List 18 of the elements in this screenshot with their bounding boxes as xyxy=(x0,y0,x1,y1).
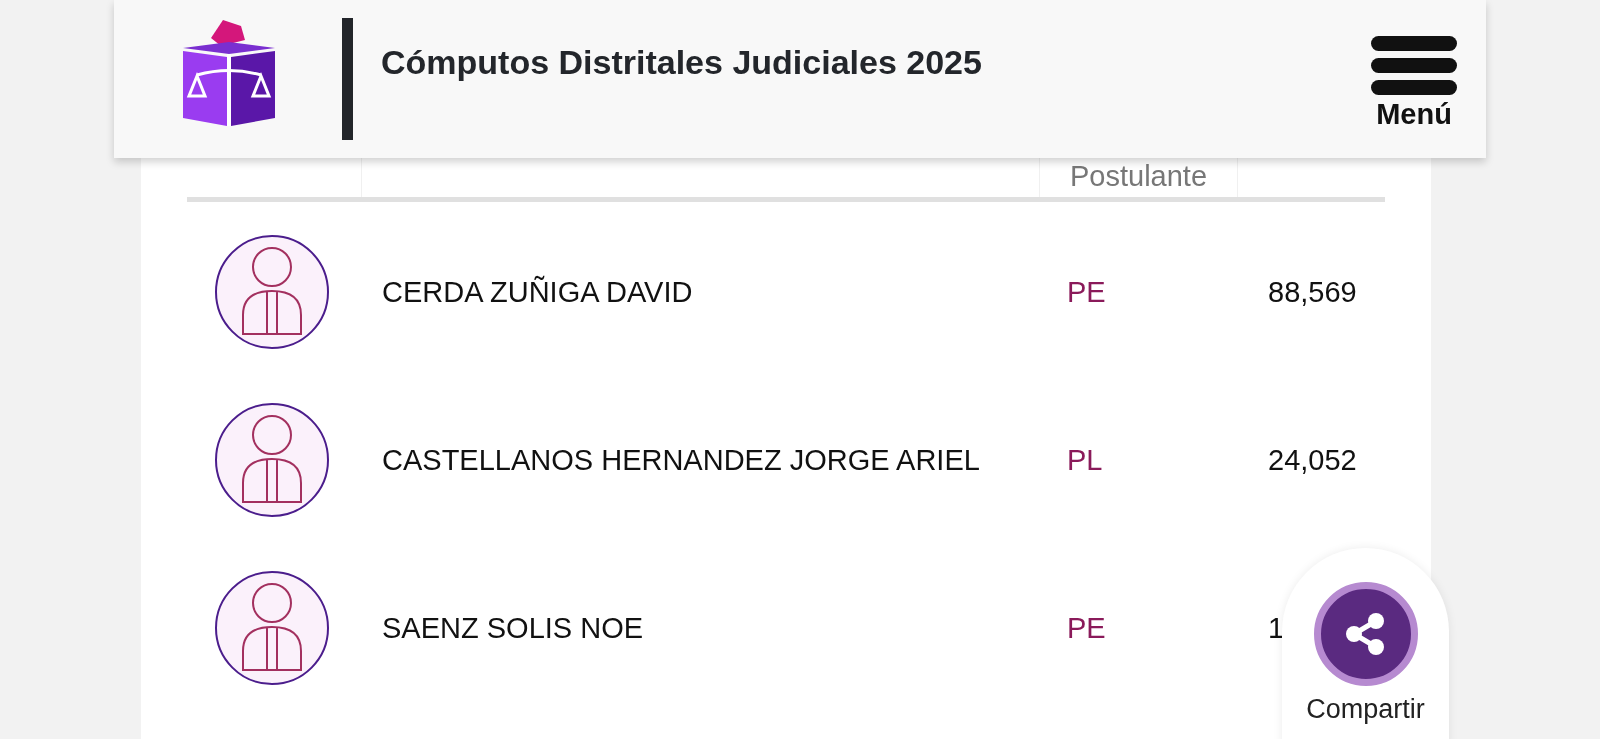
candidate-name: CASTELLANOS HERNANDEZ JORGE ARIEL xyxy=(381,443,981,477)
avatar-icon xyxy=(215,571,329,685)
page-title: Cómputos Distritales Judiciales 2025 xyxy=(381,43,982,82)
avatar-icon xyxy=(215,235,329,349)
share-label: Compartir xyxy=(1306,694,1425,725)
candidate-type: PE xyxy=(1066,611,1107,645)
avatar-icon xyxy=(215,403,329,517)
menu-button[interactable]: Menú xyxy=(1371,36,1457,131)
column-header: Postulante xyxy=(1069,160,1207,193)
menu-icon xyxy=(1371,36,1457,96)
vote-count: 24,052 xyxy=(1267,443,1357,477)
candidate-name: CERDA ZUÑIGA DAVID xyxy=(381,275,694,309)
vote-count: 88,569 xyxy=(1267,275,1357,309)
vote-count: 1 xyxy=(1267,611,1285,645)
candidate-type: PE xyxy=(1066,275,1107,309)
candidate-name: SAENZ SOLIS NOE xyxy=(381,611,645,645)
ballot-box-scales-icon xyxy=(183,18,275,128)
candidate-type: PL xyxy=(1066,443,1104,477)
